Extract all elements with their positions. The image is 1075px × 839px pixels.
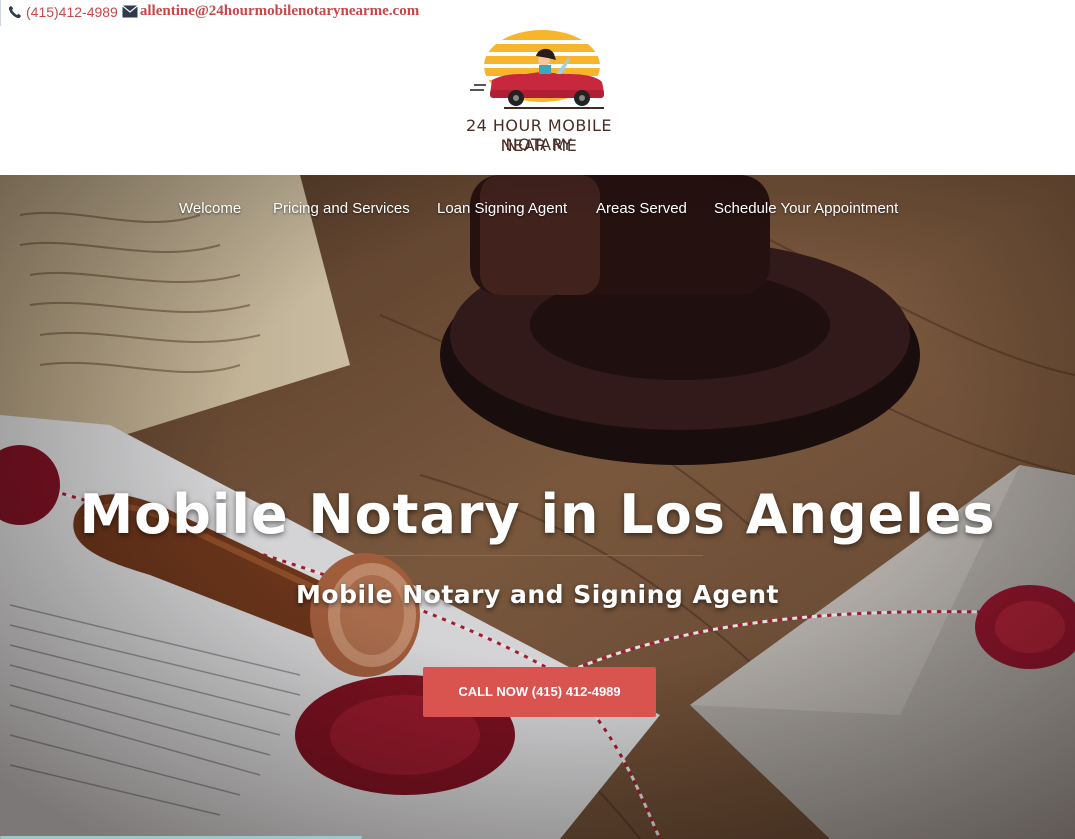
hero-section: Welcome Pricing and Services Loan Signin… (0, 175, 1075, 839)
hero-title: Mobile Notary in Los Angeles (79, 483, 996, 546)
nav-item-welcome[interactable]: Welcome (179, 200, 241, 217)
phone-icon (8, 5, 22, 18)
envelope-icon (121, 5, 138, 18)
top-contact-bar: (415)412-4989 allentine@24hourmobilenota… (0, 0, 1075, 26)
call-now-button[interactable]: CALL NOW (415) 412-4989 (423, 667, 656, 717)
hero-divider (377, 555, 703, 556)
logo-car-illustration (470, 30, 604, 109)
phone-link[interactable]: (415)412-4989 (26, 4, 118, 20)
nav-item-schedule-appointment[interactable]: Schedule Your Appointment (714, 200, 898, 217)
email-link[interactable]: allentine@24hourmobilenotarynearme.com (140, 3, 419, 20)
nav-item-areas-served[interactable]: Areas Served (596, 200, 687, 217)
nav-item-pricing-and-services[interactable]: Pricing and Services (273, 200, 410, 217)
contact-info: (415)412-4989 allentine@24hourmobilenota… (8, 3, 419, 20)
logo-text-line2: NEAR ME (500, 136, 578, 155)
hero-subtitle: Mobile Notary and Signing Agent (296, 580, 779, 609)
main-navigation: Welcome Pricing and Services Loan Signin… (0, 200, 1075, 230)
site-logo[interactable]: 24 HOUR MOBILE NOTARY NEAR ME (444, 28, 634, 164)
nav-item-loan-signing-agent[interactable]: Loan Signing Agent (437, 200, 567, 217)
